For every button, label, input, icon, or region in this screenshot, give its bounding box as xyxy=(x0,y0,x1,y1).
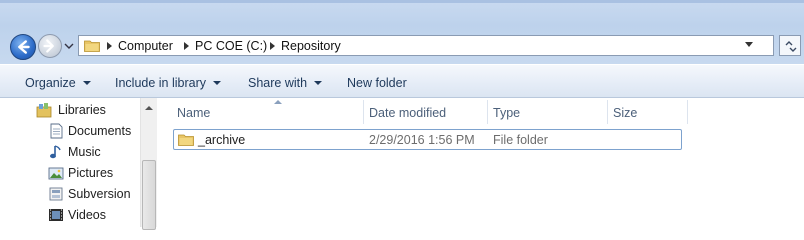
table-row[interactable]: _archive 2/29/2016 1:56 PM File folder xyxy=(173,129,682,150)
chevron-down-icon xyxy=(213,81,222,85)
sort-ascending-icon xyxy=(274,100,282,104)
breadcrumb-separator-icon[interactable] xyxy=(184,42,189,50)
include-in-library-menu[interactable]: Include in library xyxy=(115,76,222,90)
breadcrumb-repository[interactable]: Repository xyxy=(281,39,341,53)
include-in-library-label: Include in library xyxy=(115,76,207,90)
refresh-icon xyxy=(785,41,797,52)
nav-item-pictures[interactable]: Pictures xyxy=(0,163,140,183)
title-bar-area: Computer PC COE (C:) Repository xyxy=(0,0,804,64)
column-label-date-modified: Date modified xyxy=(369,106,447,120)
command-bar: Organize Include in library Share with N… xyxy=(0,64,804,98)
breadcrumb-drive[interactable]: PC COE (C:) xyxy=(195,39,267,53)
column-header-size[interactable]: Size xyxy=(608,98,688,126)
nav-item-music[interactable]: Music xyxy=(0,142,140,162)
address-bar[interactable]: Computer PC COE (C:) Repository xyxy=(78,35,774,56)
scroll-up-icon[interactable] xyxy=(145,106,153,110)
address-history-dropdown-icon[interactable] xyxy=(745,42,753,47)
share-with-menu[interactable]: Share with xyxy=(248,76,323,90)
new-folder-button[interactable]: New folder xyxy=(347,76,407,90)
organize-label: Organize xyxy=(25,76,76,90)
column-label-type: Type xyxy=(493,106,521,120)
pictures-icon xyxy=(48,167,64,180)
nav-label-libraries: Libraries xyxy=(58,103,106,117)
nav-label-videos: Videos xyxy=(68,208,106,222)
back-button[interactable] xyxy=(10,34,36,60)
scrollbar-thumb[interactable] xyxy=(142,160,156,230)
chevron-down-icon xyxy=(82,81,91,85)
share-with-label: Share with xyxy=(248,76,308,90)
column-label-name: Name xyxy=(177,106,211,120)
recent-pages-dropdown-icon[interactable] xyxy=(64,40,74,52)
column-header-name[interactable]: Name xyxy=(172,98,364,126)
nav-item-documents[interactable]: Documents xyxy=(0,121,140,141)
breadcrumb-separator-icon[interactable] xyxy=(107,42,112,50)
forward-arrow-icon xyxy=(43,39,54,53)
nav-item-subversion[interactable]: Subversion xyxy=(0,184,140,204)
file-type: File folder xyxy=(493,133,548,147)
column-divider[interactable] xyxy=(687,100,688,124)
videos-icon xyxy=(49,209,63,221)
column-header-type[interactable]: Type xyxy=(488,98,608,126)
breadcrumb-computer[interactable]: Computer xyxy=(118,39,173,53)
file-list: Name Date modified Type Size _archive 2/… xyxy=(158,98,804,227)
column-label-size: Size xyxy=(613,106,638,120)
nav-label-subversion: Subversion xyxy=(68,187,131,201)
nav-label-music: Music xyxy=(68,145,101,159)
file-date-modified: 2/29/2016 1:56 PM xyxy=(369,133,475,147)
nav-label-pictures: Pictures xyxy=(68,166,114,180)
libraries-icon xyxy=(36,103,52,118)
refresh-button[interactable] xyxy=(779,35,801,56)
folder-icon xyxy=(84,40,100,52)
nav-item-videos[interactable]: Videos xyxy=(0,205,140,225)
nav-label-documents: Documents xyxy=(68,124,132,138)
breadcrumb-separator-icon[interactable] xyxy=(270,42,275,50)
chevron-down-icon xyxy=(314,81,323,85)
folder-icon xyxy=(178,134,194,146)
subversion-library-icon xyxy=(49,187,63,201)
forward-button[interactable] xyxy=(38,34,62,58)
documents-icon xyxy=(50,123,63,139)
back-arrow-icon xyxy=(18,40,30,54)
navigation-pane: Libraries Documents Music Pictures Subve… xyxy=(0,98,158,227)
column-header-date-modified[interactable]: Date modified xyxy=(364,98,488,126)
file-name: _archive xyxy=(198,133,246,147)
music-icon xyxy=(50,145,61,159)
nav-item-libraries[interactable]: Libraries xyxy=(0,100,140,120)
nav-pane-scrollbar[interactable] xyxy=(140,98,157,230)
organize-menu[interactable]: Organize xyxy=(25,76,91,90)
